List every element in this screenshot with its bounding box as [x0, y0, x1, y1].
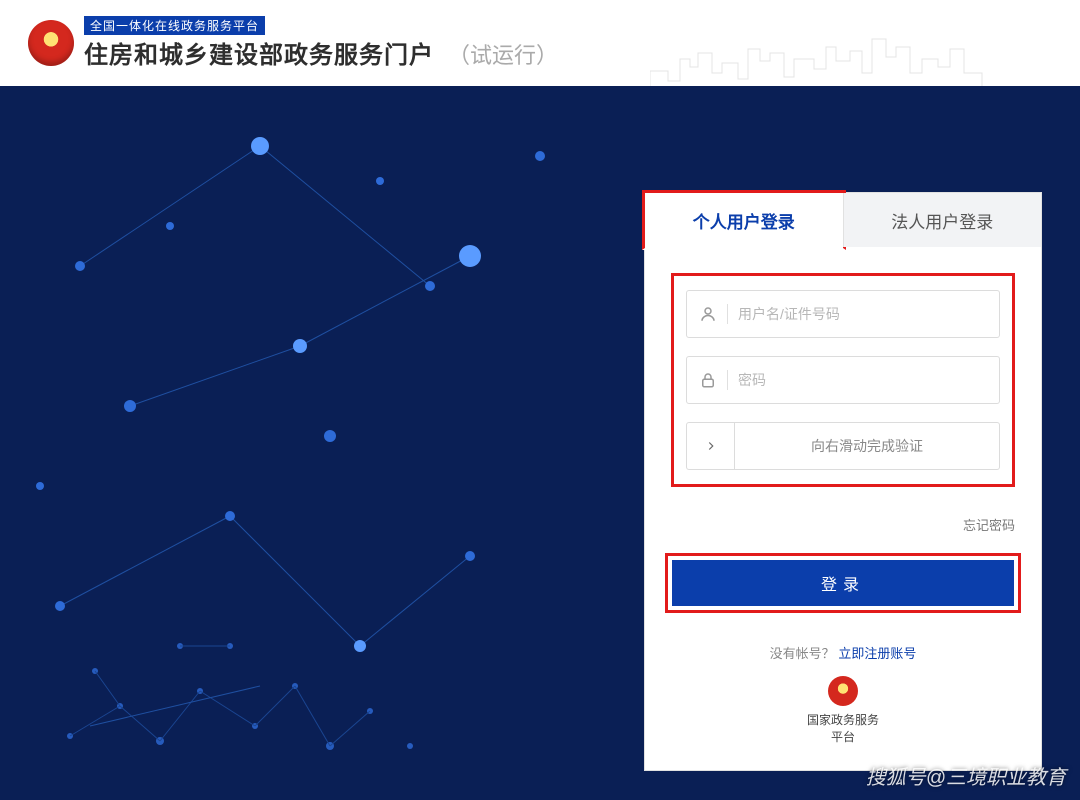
captcha-slider[interactable]: 向右滑动完成验证 — [686, 422, 1000, 470]
login-button[interactable]: 登录 — [672, 560, 1014, 606]
password-input[interactable] — [738, 372, 987, 388]
skyline-decoration-icon — [650, 36, 1080, 86]
login-form: 向右滑动完成验证 — [645, 247, 1041, 505]
page-header: 全国一体化在线政务服务平台 住房和城乡建设部政务服务门户 （试运行） — [0, 0, 1080, 86]
hero-section: 个人用户登录 法人用户登录 — [0, 86, 1080, 800]
signup-row: 没有帐号？ 立即注册账号 — [645, 621, 1041, 670]
forgot-row: 忘记密码 — [645, 505, 1041, 535]
username-input[interactable] — [738, 306, 987, 322]
tab-personal-label: 个人用户登录 — [693, 208, 795, 233]
field-separator — [727, 304, 728, 324]
field-separator — [727, 370, 728, 390]
forgot-password-link[interactable]: 忘记密码 — [963, 518, 1015, 533]
login-tabs: 个人用户登录 法人用户登录 — [645, 193, 1041, 247]
trial-tag: （试运行） — [448, 38, 558, 70]
tab-corporate-login[interactable]: 法人用户登录 — [843, 193, 1042, 247]
slider-handle[interactable] — [687, 423, 735, 469]
user-icon — [699, 305, 717, 323]
site-title: 住房和城乡建设部政务服务门户 — [84, 35, 434, 70]
form-highlight-box: 向右滑动完成验证 — [671, 273, 1015, 487]
gov-platform-label: 国家政务服务 平台 — [807, 712, 879, 746]
lock-icon — [699, 371, 717, 389]
tab-personal-login[interactable]: 个人用户登录 — [642, 190, 846, 250]
national-emblem-icon — [28, 20, 74, 66]
slider-instruction: 向右滑动完成验证 — [735, 436, 999, 456]
platform-badge: 全国一体化在线政务服务平台 — [84, 16, 265, 35]
national-emblem-small-icon — [828, 676, 858, 706]
password-field-wrap — [686, 356, 1000, 404]
header-title-block: 全国一体化在线政务服务平台 住房和城乡建设部政务服务门户 （试运行） — [84, 16, 558, 70]
username-field-wrap — [686, 290, 1000, 338]
no-account-text: 没有帐号？ — [770, 646, 835, 661]
login-card: 个人用户登录 法人用户登录 — [644, 192, 1042, 771]
gov-platform-block[interactable]: 国家政务服务 平台 — [645, 670, 1041, 770]
chevron-right-icon — [704, 439, 718, 453]
register-link[interactable]: 立即注册账号 — [838, 646, 916, 661]
tab-corporate-label: 法人用户登录 — [891, 208, 993, 233]
login-button-highlight: 登录 — [665, 553, 1021, 613]
